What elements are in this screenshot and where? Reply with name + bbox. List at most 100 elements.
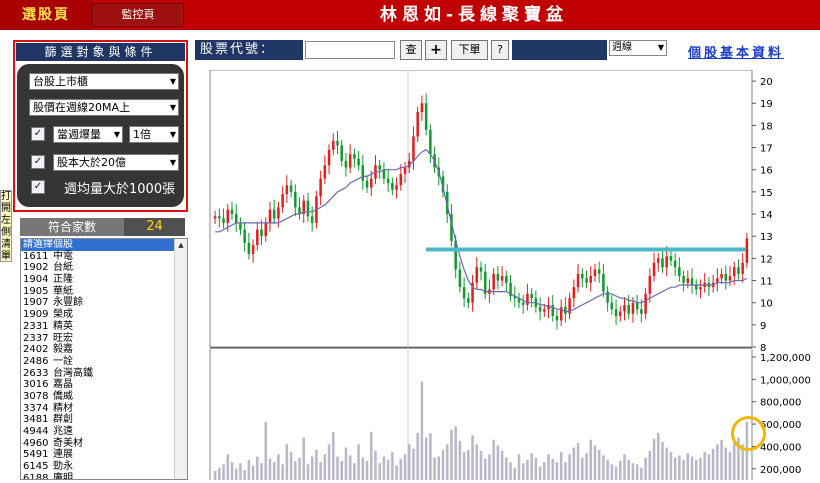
list-item[interactable]: 3481 群創 — [21, 414, 187, 426]
price-tick-label: 19 — [760, 99, 773, 110]
list-item[interactable]: 4944 兆遠 — [21, 426, 187, 438]
volume-bar — [281, 464, 284, 480]
price-tick-label: 10 — [760, 299, 773, 310]
candle-body — [467, 298, 470, 303]
list-item[interactable]: 6145 勁永 — [21, 461, 187, 473]
tab-stock-selection[interactable]: 選股頁 — [0, 0, 92, 30]
order-button[interactable]: 下單 — [451, 40, 488, 60]
candle-body — [669, 256, 673, 261]
list-item[interactable]: 3078 僑威 — [21, 391, 187, 403]
list-item[interactable]: 1909 榮成 — [21, 309, 187, 321]
volume-bar — [437, 456, 441, 480]
candle-body — [357, 158, 360, 166]
candle-body — [623, 304, 626, 312]
candle-body — [365, 180, 369, 188]
candle-body — [572, 287, 576, 299]
condition-select[interactable]: 股價在週線20MA上 ▼ — [29, 99, 179, 116]
candle-body — [656, 258, 660, 263]
volume-bar — [327, 444, 331, 480]
scroll-up-icon[interactable]: ▲ — [175, 239, 187, 251]
volume-bar — [479, 450, 483, 480]
filter-panel: 篩選對象與條件 台股上市櫃 ▼ 股價在週線20MA上 ▼ ✓ 當週爆量 ▼ 1倍 ▼ ✓… — [13, 40, 188, 212]
list-item[interactable]: 1905 華紙 — [21, 286, 187, 298]
list-item[interactable]: 2402 毅嘉 — [21, 344, 187, 356]
list-item-code: 3374 — [23, 402, 49, 414]
list-item-code: 4960 — [23, 437, 49, 449]
volume-bar — [234, 468, 238, 480]
volume-tick-label: 1,000,000 — [760, 375, 811, 386]
list-item[interactable]: 1907 永豐餘 — [21, 297, 187, 309]
volume-bar — [357, 444, 360, 480]
list-item[interactable]: 2486 一詮 — [21, 356, 187, 368]
candle-body — [395, 185, 398, 190]
price-tick-label: 20 — [760, 77, 773, 88]
stock-profile-link[interactable]: 個股基本資料 — [688, 42, 784, 61]
list-scrollbar[interactable]: ▲ — [174, 239, 187, 479]
candle-body — [382, 169, 386, 179]
volume-bar — [686, 453, 690, 480]
price-tick-label: 18 — [760, 121, 773, 132]
list-item[interactable]: 2337 旺宏 — [21, 333, 187, 345]
multiplier-select-value: 1倍 — [133, 128, 151, 141]
volume-bar — [386, 459, 390, 480]
open-left-list-tab[interactable]: 打開左側清單 — [0, 190, 12, 262]
candle-body — [610, 302, 614, 310]
volume-bar — [429, 433, 432, 480]
stock-list[interactable]: 請選擇個股 1611 中電 1902 台紙 1904 正隆 1905 華紙 1907 永豐餘 1909… — [20, 238, 188, 480]
list-item[interactable]: 4960 奇美材 — [21, 438, 187, 450]
volume-bar — [694, 459, 698, 480]
capital-select[interactable]: 股本大於20億 ▼ — [53, 154, 179, 171]
stock-code-input[interactable] — [305, 41, 395, 59]
list-item-name: 正隆 — [53, 274, 73, 286]
candle-body — [294, 191, 297, 208]
volume-bar — [690, 456, 694, 480]
multiplier-select[interactable]: 1倍 ▼ — [129, 126, 179, 143]
volume-bar — [492, 439, 495, 480]
list-item[interactable]: 2331 精英 — [21, 321, 187, 333]
candle-body — [458, 269, 462, 288]
volume-bar — [673, 457, 677, 480]
candle-body — [631, 302, 635, 314]
query-button[interactable]: 查 — [400, 40, 422, 60]
list-item-code: 1611 — [23, 250, 49, 262]
candle-body — [614, 309, 618, 316]
list-item[interactable]: 2633 台灣高鐵 — [21, 368, 187, 380]
list-item[interactable]: 5491 連展 — [21, 449, 187, 461]
toolbar-spacer — [512, 40, 607, 60]
volume-bar — [572, 447, 576, 480]
volume-checkbox[interactable]: ✓ — [31, 127, 45, 141]
volume-bar — [661, 441, 664, 480]
candle-body — [230, 209, 234, 215]
volume-bar — [648, 450, 652, 480]
candle-body — [268, 209, 272, 223]
volume-bar — [538, 466, 542, 480]
add-button[interactable]: + — [425, 40, 447, 60]
list-item[interactable]: 1904 正隆 — [21, 274, 187, 286]
candle-body — [391, 183, 394, 190]
period-select[interactable]: 週線 ▼ — [609, 40, 667, 56]
list-item[interactable]: 6188 廣明 — [21, 473, 187, 479]
list-item-name: 台灣高鐵 — [53, 367, 93, 379]
list-item[interactable]: 1611 中電 — [21, 251, 187, 263]
avg-volume-checkbox[interactable]: ✓ — [31, 180, 45, 194]
volume-bar — [454, 426, 457, 480]
volume-bar — [378, 463, 381, 480]
candle-body — [479, 267, 483, 272]
volume-bar — [711, 448, 715, 480]
price-volume-chart[interactable]: 20 19 18 17 16 15 14 13 12 11 10 9 8 1,200,000 1,000,0… — [209, 69, 816, 480]
help-button[interactable]: ? — [491, 40, 509, 60]
candle-body — [213, 216, 217, 219]
market-select[interactable]: 台股上市櫃 ▼ — [29, 73, 179, 90]
candle-body — [694, 284, 698, 290]
volume-bar — [543, 462, 546, 480]
list-item[interactable]: 請選擇個股 — [21, 239, 187, 251]
list-item[interactable]: 3016 嘉晶 — [21, 379, 187, 391]
tab-monitor[interactable]: 監控頁 — [92, 3, 184, 27]
capital-checkbox[interactable]: ✓ — [31, 155, 45, 169]
list-item[interactable]: 3374 精材 — [21, 403, 187, 415]
list-item-name: 永豐餘 — [53, 297, 83, 309]
list-item-code: 3016 — [23, 379, 49, 391]
volume-bar — [602, 455, 605, 480]
list-item[interactable]: 1902 台紙 — [21, 262, 187, 274]
volume-select[interactable]: 當週爆量 ▼ — [53, 126, 123, 143]
